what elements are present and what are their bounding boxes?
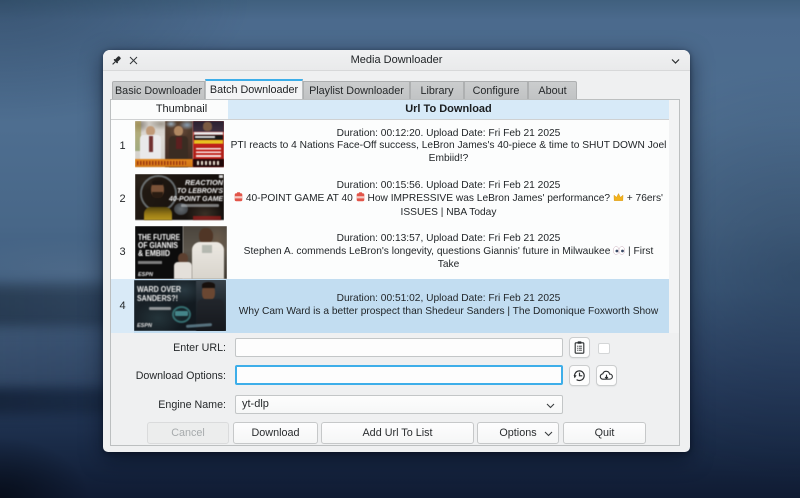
svg-text:40-POINT GAME: 40-POINT GAME <box>168 194 223 203</box>
svg-text:& EMBIID: & EMBIID <box>138 249 170 257</box>
svg-text:ESPN: ESPN <box>138 272 154 277</box>
svg-text:ESPN: ESPN <box>137 323 153 328</box>
svg-text:SANDERS?!: SANDERS?! <box>137 294 178 302</box>
svg-text:WARD OVER: WARD OVER <box>137 285 181 294</box>
